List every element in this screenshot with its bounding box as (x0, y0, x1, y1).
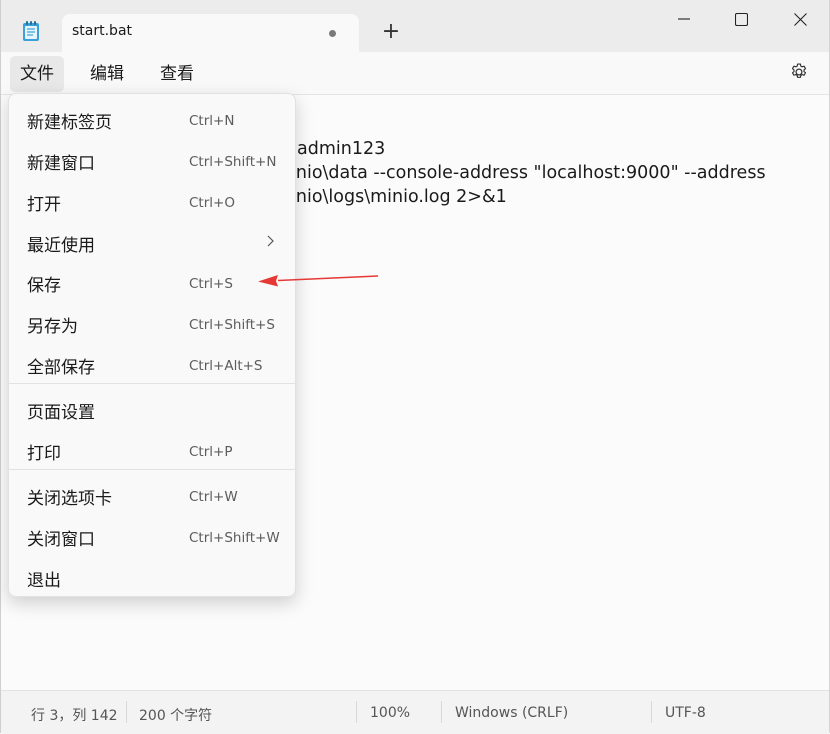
menu-item-shortcut: Ctrl+Shift+W (189, 530, 280, 546)
menu-item-label: 关闭选项卡 (27, 489, 112, 509)
menu-item-save-as[interactable]: 另存为 Ctrl+Shift+S (9, 303, 295, 341)
status-divider (126, 701, 127, 723)
menu-item-close-tab[interactable]: 关闭选项卡 Ctrl+W (9, 475, 295, 513)
menu-item-label: 新建窗口 (27, 154, 95, 174)
title-bar: start.bat + (1, 0, 829, 52)
status-divider (441, 701, 442, 723)
chevron-right-icon (267, 235, 274, 247)
close-icon (793, 12, 807, 26)
menu-item-new-tab[interactable]: 新建标签页 Ctrl+N (9, 99, 295, 137)
menu-item-shortcut: Ctrl+O (189, 195, 235, 211)
gear-icon[interactable] (789, 62, 809, 82)
menu-item-label: 打印 (27, 444, 61, 464)
menu-item-recent[interactable]: 最近使用 (9, 222, 295, 260)
tab-title: start.bat (72, 23, 133, 39)
maximize-icon (734, 12, 748, 26)
menu-item-shortcut: Ctrl+Shift+S (189, 317, 275, 333)
status-bar: 行 3，列 142 200 个字符 100% Windows (CRLF) UT… (1, 690, 829, 734)
menu-file[interactable]: 文件 (10, 56, 64, 92)
menu-item-label: 最近使用 (27, 236, 95, 256)
new-tab-button[interactable]: + (373, 20, 409, 46)
menu-item-new-window[interactable]: 新建窗口 Ctrl+Shift+N (9, 140, 295, 178)
menu-item-label: 关闭窗口 (27, 530, 95, 550)
code-line-1: admin123 (297, 139, 386, 159)
menu-item-label: 页面设置 (27, 403, 95, 423)
close-button[interactable] (771, 0, 829, 38)
notepad-icon (23, 21, 39, 41)
menu-item-label: 另存为 (27, 317, 78, 337)
menu-item-exit[interactable]: 退出 (9, 557, 295, 595)
unsaved-indicator-icon[interactable] (329, 30, 336, 37)
menu-item-label: 打开 (27, 195, 61, 215)
status-divider (651, 701, 652, 723)
menu-separator (9, 469, 295, 470)
menu-item-shortcut: Ctrl+P (189, 444, 233, 460)
maximize-button[interactable] (712, 0, 770, 38)
notepad-window: start.bat + 文件 编辑 查看 admin123 inio\data … (0, 0, 830, 734)
menu-item-close-window[interactable]: 关闭窗口 Ctrl+Shift+W (9, 516, 295, 554)
menu-bar: 文件 编辑 查看 (1, 52, 829, 94)
menu-item-label: 全部保存 (27, 358, 95, 378)
menu-item-page-setup[interactable]: 页面设置 (9, 389, 295, 427)
minimize-icon (678, 18, 690, 20)
menu-view[interactable]: 查看 (150, 56, 204, 92)
character-count: 200 个字符 (139, 708, 213, 724)
menu-item-shortcut: Ctrl+Shift+N (189, 154, 277, 170)
code-line-2: inio\data --console-address "localhost:9… (291, 163, 766, 183)
menu-separator (9, 383, 295, 384)
menu-item-open[interactable]: 打开 Ctrl+O (9, 181, 295, 219)
cursor-position: 行 3，列 142 (31, 708, 118, 724)
code-line-3: inio\logs\minio.log 2>&1 (291, 187, 507, 207)
status-divider (356, 701, 357, 723)
minimize-button[interactable] (655, 0, 713, 38)
menu-edit[interactable]: 编辑 (80, 56, 134, 92)
menu-item-shortcut: Ctrl+S (189, 276, 233, 292)
menu-item-label: 退出 (27, 571, 61, 591)
menu-item-shortcut: Ctrl+W (189, 489, 238, 505)
line-ending[interactable]: Windows (CRLF) (455, 705, 568, 721)
menu-item-save[interactable]: 保存 Ctrl+S (9, 262, 295, 300)
menu-item-shortcut: Ctrl+N (189, 113, 235, 129)
menu-item-shortcut: Ctrl+Alt+S (189, 358, 263, 374)
file-menu-dropdown: 新建标签页 Ctrl+N 新建窗口 Ctrl+Shift+N 打开 Ctrl+O… (8, 93, 296, 597)
tab-start-bat[interactable]: start.bat (62, 14, 359, 52)
annotation-arrow-icon (258, 275, 379, 287)
zoom-level[interactable]: 100% (370, 705, 410, 721)
encoding[interactable]: UTF-8 (665, 705, 706, 721)
menu-item-print[interactable]: 打印 Ctrl+P (9, 430, 295, 468)
menu-item-label: 保存 (27, 276, 61, 296)
menu-item-label: 新建标签页 (27, 113, 112, 133)
menu-item-save-all[interactable]: 全部保存 Ctrl+Alt+S (9, 344, 295, 382)
